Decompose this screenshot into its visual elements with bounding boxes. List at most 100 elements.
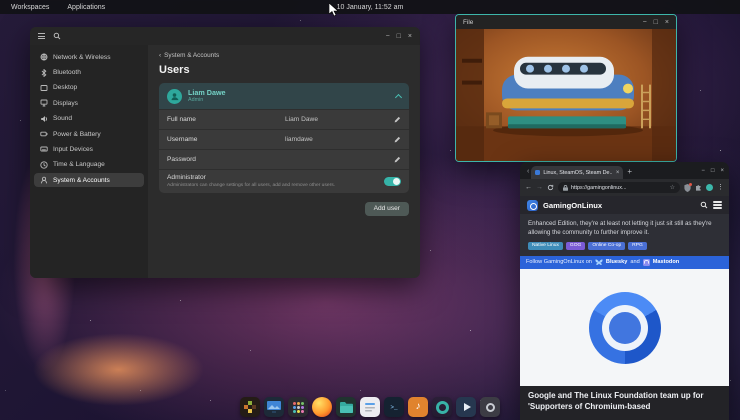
tab-close-icon[interactable]: × (616, 170, 620, 176)
sidebar-item-time[interactable]: Time & Language (34, 158, 144, 172)
clock-icon (40, 161, 48, 169)
tag-native-linux[interactable]: Native Linux (528, 242, 563, 250)
video-player-icon[interactable] (456, 397, 476, 417)
minimize-button[interactable]: − (701, 168, 705, 174)
settings-window: − □ × Network & Wireless Bluetooth Deskt… (30, 27, 420, 278)
app-grid-icon[interactable] (288, 397, 308, 417)
clock[interactable]: 10 January, 11:52 am (337, 4, 404, 11)
article-text: Enhanced Edition, they're at least not l… (520, 214, 729, 242)
search-icon[interactable] (53, 32, 61, 40)
back-breadcrumb[interactable]: ‹ System & Accounts (159, 52, 409, 59)
applications-button[interactable]: Applications (64, 3, 108, 12)
new-tab-button[interactable]: + (627, 167, 632, 176)
minimize-button[interactable]: − (386, 33, 390, 40)
user-card-header[interactable]: Liam Dawe Admin (159, 83, 409, 109)
file-manager-icon[interactable] (336, 397, 356, 417)
adblock-shield-icon[interactable] (684, 184, 691, 192)
browser-toolbar: ← → https://gamingonlinux... ☆ ⋮ (520, 179, 729, 196)
breadcrumb-label: System & Accounts (164, 52, 219, 59)
maximize-button[interactable]: □ (397, 33, 401, 40)
edit-icon[interactable] (394, 116, 401, 123)
sidebar-item-label: Input Devices (53, 146, 93, 153)
firefox-icon[interactable] (312, 397, 332, 417)
profile-avatar[interactable] (706, 184, 713, 191)
music-player-icon[interactable]: ♪ (408, 397, 428, 417)
bluesky-icon (595, 259, 603, 266)
field-value: Liam Dawe (285, 116, 394, 123)
displays-icon (40, 99, 48, 107)
maximize-button[interactable]: □ (654, 19, 658, 26)
close-button[interactable]: × (720, 168, 724, 174)
close-button[interactable]: × (665, 19, 669, 26)
site-logo[interactable] (527, 200, 538, 211)
page-search-icon[interactable] (700, 201, 708, 209)
field-label: Full name (167, 116, 285, 123)
web-page: GamingOnLinux Enhanced Edition, they're … (520, 196, 729, 420)
user-avatar (167, 89, 182, 104)
sidebar-item-bluetooth[interactable]: Bluetooth (34, 65, 144, 79)
tag-rpg[interactable]: RPG (628, 242, 647, 250)
tag-online-coop[interactable]: Online Co-op (588, 242, 625, 250)
article-tags: Native Linux GOG Online Co-op RPG (520, 242, 729, 256)
software-store-icon[interactable] (432, 397, 452, 417)
forward-button[interactable]: → (536, 184, 543, 191)
page-menu-icon[interactable] (713, 201, 722, 209)
add-user-button[interactable]: Add user (365, 202, 409, 216)
browser-menu-icon[interactable]: ⋮ (717, 184, 724, 191)
menu-icon[interactable] (38, 33, 45, 39)
bluesky-link[interactable]: Bluesky (606, 259, 627, 265)
sidebar-item-label: Power & Battery (53, 131, 101, 138)
browser-tab[interactable]: Linux, SteamOS, Steam De... × (531, 166, 623, 179)
back-button[interactable]: ← (525, 184, 532, 191)
site-name[interactable]: GamingOnLinux (543, 201, 602, 210)
sidebar-item-sound[interactable]: Sound (34, 112, 144, 126)
sidebar-item-displays[interactable]: Displays (34, 96, 144, 110)
viewer-titlebar[interactable]: File − □ × (456, 15, 676, 29)
screenshot-viewer-icon[interactable] (264, 397, 284, 417)
field-row-fullname: Full name Liam Dawe (159, 109, 409, 129)
desktop-icon (40, 84, 48, 92)
tab-scroll-left-icon[interactable]: ‹ (527, 168, 529, 175)
administrator-toggle[interactable] (384, 177, 401, 186)
edit-icon[interactable] (394, 136, 401, 143)
tab-strip: ‹ Linux, SteamOS, Steam De... × + − □ × (520, 162, 729, 179)
bluetooth-icon (40, 69, 48, 77)
screen-recorder-icon[interactable] (480, 397, 500, 417)
file-menu[interactable]: File (463, 19, 473, 26)
refresh-button[interactable] (547, 184, 554, 191)
close-button[interactable]: × (408, 33, 412, 40)
field-label: Username (167, 136, 285, 143)
minimize-button[interactable]: − (643, 19, 647, 26)
address-bar[interactable]: https://gamingonlinux... ☆ (558, 182, 680, 193)
tab-title: Linux, SteamOS, Steam De... (543, 170, 612, 176)
retro-game-icon[interactable] (240, 397, 260, 417)
edit-icon[interactable] (394, 156, 401, 163)
user-fields: Full name Liam Dawe Username liamdawe Pa… (159, 109, 409, 193)
sidebar-item-label: Bluetooth (53, 69, 81, 76)
text-editor-icon[interactable] (360, 397, 380, 417)
extensions-puzzle-icon[interactable] (695, 184, 702, 191)
bookmark-star-icon[interactable]: ☆ (670, 184, 675, 191)
sidebar-item-network[interactable]: Network & Wireless (34, 50, 144, 64)
workspaces-button[interactable]: Workspaces (8, 3, 52, 12)
field-value: liamdawe (285, 136, 394, 143)
field-row-username: Username liamdawe (159, 129, 409, 149)
settings-titlebar[interactable]: − □ × (30, 27, 420, 45)
maximize-button[interactable]: □ (711, 168, 715, 174)
tag-gog[interactable]: GOG (566, 242, 585, 250)
lock-icon (563, 185, 568, 191)
field-row-administrator: Administrator Administrators can change … (159, 169, 409, 193)
article-headline[interactable]: Google and The Linux Foundation team up … (520, 386, 729, 420)
field-label: Password (167, 156, 285, 163)
administrator-label: Administrator (167, 174, 285, 181)
terminal-icon[interactable]: >_ (384, 397, 404, 417)
mastodon-link[interactable]: Mastodon (653, 259, 679, 265)
sidebar-item-power[interactable]: Power & Battery (34, 127, 144, 141)
sidebar-item-desktop[interactable]: Desktop (34, 81, 144, 95)
sidebar-item-label: Network & Wireless (53, 54, 111, 61)
accounts-icon (40, 176, 48, 184)
sidebar-item-input[interactable]: Input Devices (34, 142, 144, 156)
sidebar-item-system-accounts[interactable]: System & Accounts (34, 173, 144, 187)
site-favicon-icon (535, 170, 540, 175)
chromium-logo (589, 292, 661, 364)
